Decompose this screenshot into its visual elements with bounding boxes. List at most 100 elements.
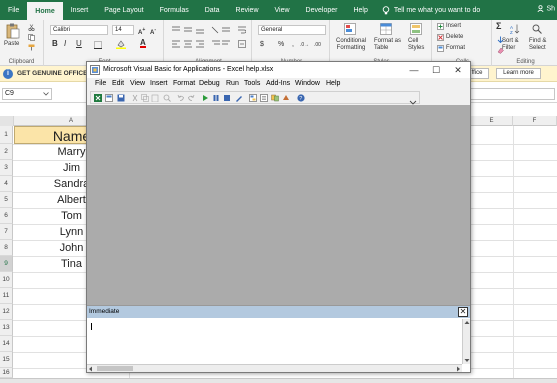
toolbox-icon[interactable]: [282, 94, 290, 102]
row-header-2[interactable]: 2: [0, 144, 13, 160]
format-cells-icon[interactable]: [437, 45, 444, 52]
menu-add-ins[interactable]: Add-Ins: [266, 80, 290, 87]
cell-styles-label[interactable]: Cell Styles: [408, 38, 424, 52]
delete-cells-icon[interactable]: [437, 34, 444, 41]
row-header-5[interactable]: 5: [0, 192, 13, 208]
row-header-12[interactable]: 12: [0, 304, 13, 320]
row-header-9[interactable]: 9: [0, 256, 13, 272]
number-format-select[interactable]: General: [258, 25, 326, 35]
view-excel-icon[interactable]: [94, 94, 102, 102]
tab-developer[interactable]: Developer: [298, 0, 346, 20]
immediate-horizontal-scrollbar[interactable]: [87, 364, 462, 372]
menu-run[interactable]: Run: [226, 80, 239, 87]
format-as-table-icon[interactable]: [380, 23, 392, 35]
cell-styles-icon[interactable]: [410, 23, 422, 35]
scroll-left-icon[interactable]: [88, 366, 93, 372]
italic-icon[interactable]: I: [64, 40, 66, 48]
decrease-decimal-icon[interactable]: .00: [314, 42, 321, 49]
autosum-icon[interactable]: Σ: [496, 22, 501, 31]
sort-filter-icon[interactable]: AZ: [510, 24, 520, 34]
column-header-f[interactable]: F: [513, 116, 557, 126]
row-header-16[interactable]: 16: [0, 368, 13, 378]
bold-icon[interactable]: B: [52, 40, 58, 48]
accounting-format-icon[interactable]: $: [260, 41, 264, 48]
insert-cells-icon[interactable]: [437, 23, 444, 30]
row-header-8[interactable]: 8: [0, 240, 13, 256]
redo-icon[interactable]: [187, 94, 195, 102]
tab-help[interactable]: Help: [345, 0, 375, 20]
vba-title-bar[interactable]: Microsoft Visual Basic for Applications …: [87, 62, 470, 78]
font-size-select[interactable]: 14: [112, 25, 134, 35]
sort-filter-label[interactable]: Sort & Filter: [502, 38, 519, 52]
format-cells-label[interactable]: Format: [446, 45, 465, 52]
select-all-corner[interactable]: [0, 116, 14, 126]
properties-icon[interactable]: [260, 94, 268, 102]
conditional-formatting-icon[interactable]: [344, 23, 356, 35]
increase-decimal-icon[interactable]: .0→: [300, 42, 309, 49]
row-header-15[interactable]: 15: [0, 352, 13, 368]
reset-icon[interactable]: [223, 94, 231, 102]
find-select-icon[interactable]: [532, 24, 542, 34]
find-select-label[interactable]: Find & Select: [529, 38, 546, 52]
tab-file[interactable]: File: [0, 0, 27, 20]
underline-icon[interactable]: U: [76, 40, 82, 48]
format-as-table-label[interactable]: Format as Table: [374, 38, 401, 52]
maximize-button[interactable]: ☐: [425, 62, 447, 78]
learn-more-button[interactable]: Learn more: [496, 68, 541, 79]
row-header-11[interactable]: 11: [0, 288, 13, 304]
row-header-4[interactable]: 4: [0, 176, 13, 192]
decrease-font-icon[interactable]: A-: [150, 27, 156, 37]
tab-view[interactable]: View: [267, 0, 298, 20]
run-icon[interactable]: [201, 94, 209, 102]
menu-view[interactable]: View: [130, 80, 145, 87]
break-icon[interactable]: [212, 94, 220, 102]
font-color-icon[interactable]: A: [140, 39, 146, 48]
comma-style-icon[interactable]: ,: [292, 41, 294, 48]
tell-me-search[interactable]: Tell me what you want to do: [382, 5, 480, 15]
column-header-e[interactable]: E: [471, 116, 513, 126]
immediate-close-button[interactable]: ✕: [458, 307, 468, 317]
chevron-down-icon[interactable]: [43, 92, 49, 96]
help-icon[interactable]: ?: [297, 94, 305, 102]
menu-help[interactable]: Help: [326, 80, 340, 87]
menu-window[interactable]: Window: [295, 80, 320, 87]
tab-review[interactable]: Review: [228, 0, 267, 20]
row-header-7[interactable]: 7: [0, 224, 13, 240]
immediate-input[interactable]: [87, 319, 462, 364]
row-header-13[interactable]: 13: [0, 320, 13, 336]
tab-home[interactable]: Home: [27, 2, 63, 20]
align-left-icon[interactable]: [172, 40, 232, 48]
tab-formulas[interactable]: Formulas: [152, 0, 197, 20]
paste-icon[interactable]: [151, 94, 159, 102]
copy-icon[interactable]: [141, 94, 149, 102]
wrap-text-icon[interactable]: [238, 26, 246, 34]
cut-icon[interactable]: [131, 94, 139, 102]
menu-debug[interactable]: Debug: [199, 80, 220, 87]
close-button[interactable]: ✕: [447, 62, 469, 78]
sheet-tabs-bar[interactable]: [0, 378, 557, 383]
scroll-down-icon[interactable]: [464, 358, 470, 363]
object-browser-icon[interactable]: [271, 94, 279, 102]
format-painter-icon[interactable]: [28, 44, 35, 51]
immediate-vertical-scrollbar[interactable]: [462, 319, 470, 364]
merge-center-icon[interactable]: [238, 40, 246, 48]
design-mode-icon[interactable]: [235, 94, 243, 102]
find-icon[interactable]: [163, 94, 171, 102]
tab-page-layout[interactable]: Page Layout: [96, 0, 151, 20]
menu-insert[interactable]: Insert: [150, 80, 168, 87]
menu-file[interactable]: File: [95, 80, 106, 87]
menu-format[interactable]: Format: [173, 80, 195, 87]
conditional-formatting-label[interactable]: Conditional Formatting: [336, 38, 366, 52]
project-explorer-icon[interactable]: [249, 94, 257, 102]
scroll-up-icon[interactable]: [464, 320, 470, 325]
row-header-3[interactable]: 3: [0, 160, 13, 176]
insert-cells-label[interactable]: Insert: [446, 23, 461, 30]
row-header-1[interactable]: 1: [0, 126, 13, 144]
save-icon[interactable]: [117, 94, 125, 102]
insert-module-icon[interactable]: [105, 94, 113, 102]
cut-icon[interactable]: [28, 24, 35, 31]
horizontal-scroll-thumb[interactable]: [97, 366, 133, 371]
undo-icon[interactable]: [177, 94, 185, 102]
paste-icon[interactable]: [6, 23, 20, 39]
paste-label[interactable]: Paste: [4, 41, 19, 48]
